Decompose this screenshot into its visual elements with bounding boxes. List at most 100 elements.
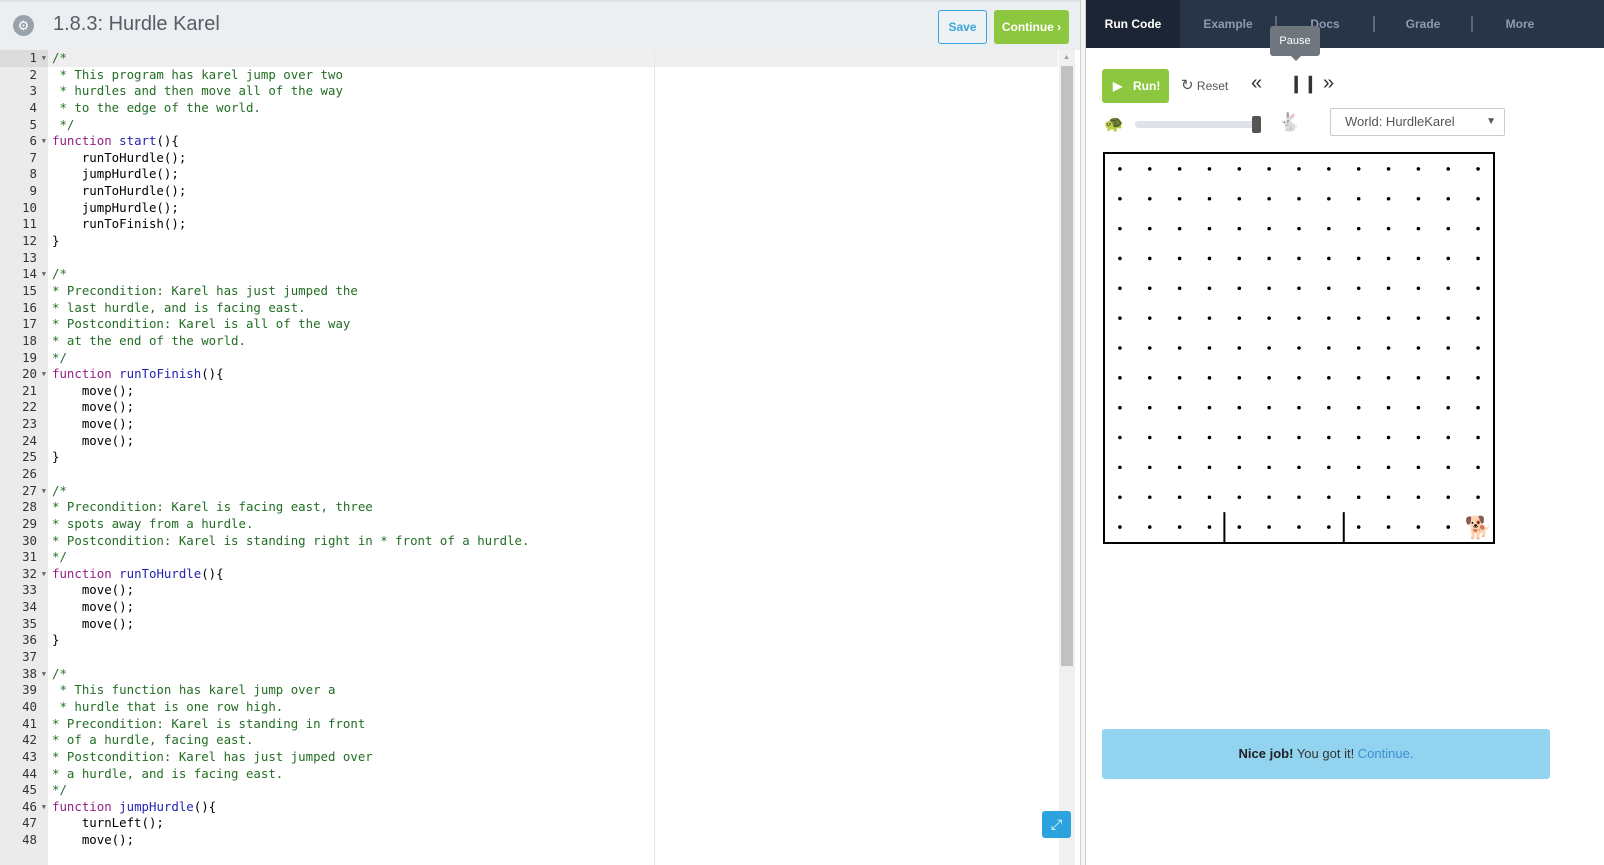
fold-toggle-icon[interactable]: ▼ — [42, 266, 46, 283]
code-line[interactable]: runToFinish(); — [48, 216, 1058, 233]
grid-dot — [1416, 376, 1421, 380]
code-line[interactable]: } — [48, 449, 1058, 466]
code-line[interactable]: /* — [48, 666, 1058, 683]
code-line[interactable]: * Postcondition: Karel is standing right… — [48, 533, 1058, 550]
line-number: 22 — [22, 399, 37, 415]
speed-slider[interactable] — [1135, 121, 1260, 128]
code-line[interactable]: */ — [48, 350, 1058, 367]
code-line[interactable]: move(); — [48, 433, 1058, 450]
code-line[interactable]: runToHurdle(); — [48, 150, 1058, 167]
line-number: 39 — [22, 682, 37, 698]
code-line[interactable]: * hurdles and then move all of the way — [48, 83, 1058, 100]
fold-toggle-icon[interactable]: ▼ — [42, 666, 46, 683]
code-line[interactable]: * Postcondition: Karel has just jumped o… — [48, 749, 1058, 766]
fold-toggle-icon[interactable]: ▼ — [42, 366, 46, 383]
pause-icon[interactable]: ❙❙ — [1289, 74, 1318, 94]
code-line[interactable]: move(); — [48, 599, 1058, 616]
code-line[interactable]: function runToHurdle(){ — [48, 566, 1058, 583]
line-number: 33 — [22, 582, 37, 598]
code-line[interactable]: move(); — [48, 383, 1058, 400]
line-number: 43 — [22, 748, 37, 764]
code-line[interactable]: * to the edge of the world. — [48, 100, 1058, 117]
grid-dot — [1147, 405, 1152, 410]
code-line[interactable]: /* — [48, 266, 1058, 283]
grid-dot — [1416, 167, 1421, 171]
step-back-icon[interactable]: « — [1251, 72, 1262, 95]
code-line[interactable]: runToHurdle(); — [48, 183, 1058, 200]
run-button[interactable]: ▶ Run! — [1102, 69, 1169, 103]
code-line[interactable]: move(); — [48, 616, 1058, 633]
editor-scrollbar[interactable]: ▲ — [1059, 50, 1075, 865]
code-line[interactable]: * of a hurdle, facing east. — [48, 732, 1058, 749]
code-line[interactable]: * Precondition: Karel is facing east, th… — [48, 499, 1058, 516]
code-line[interactable]: jumpHurdle(); — [48, 166, 1058, 183]
tab-example[interactable]: Example — [1180, 0, 1276, 48]
grid-dot — [1237, 376, 1242, 380]
grid-dot — [1237, 525, 1242, 529]
code-editor[interactable]: 1 ▼ 2 3 4 5 6 ▼ 7 8 9 10 11 12 13 14 ▼ 15 16 17 18 19 20 ▼ 21 22 2… — [0, 50, 1075, 865]
tab-run-code[interactable]: Run Code — [1086, 0, 1180, 48]
expand-icon[interactable]: ⤢ — [1042, 811, 1071, 838]
code-line[interactable]: move(); — [48, 832, 1058, 849]
code-line[interactable]: /* — [48, 50, 1058, 67]
grid-dot — [1356, 196, 1361, 201]
tab-grade[interactable]: Grade — [1374, 0, 1472, 48]
grid-dot — [1476, 346, 1480, 350]
code-line[interactable]: * at the end of the world. — [48, 333, 1058, 350]
grid-dot — [1118, 196, 1122, 201]
gear-icon[interactable]: ⚙ — [13, 15, 34, 36]
code-line[interactable]: * spots away from a hurdle. — [48, 516, 1058, 533]
code-line[interactable] — [48, 649, 1058, 666]
code-line[interactable]: jumpHurdle(); — [48, 200, 1058, 217]
scrollbar-thumb[interactable] — [1061, 66, 1073, 666]
save-button[interactable]: Save — [938, 10, 987, 44]
grid-dot — [1267, 405, 1271, 410]
code-line[interactable] — [48, 250, 1058, 267]
scroll-up-icon[interactable]: ▲ — [1063, 54, 1070, 61]
grid-dot — [1476, 495, 1480, 500]
fold-toggle-icon[interactable]: ▼ — [42, 566, 46, 583]
code-line[interactable]: } — [48, 233, 1058, 250]
code-line[interactable]: move(); — [48, 416, 1058, 433]
code-line[interactable]: * This program has karel jump over two — [48, 67, 1058, 84]
reset-button[interactable]: ↻ Reset — [1181, 76, 1228, 94]
code-line[interactable]: function start(){ — [48, 133, 1058, 150]
code-line[interactable]: * a hurdle, and is facing east. — [48, 766, 1058, 783]
code-line[interactable]: move(); — [48, 582, 1058, 599]
continue-button[interactable]: Continue › — [994, 10, 1069, 44]
code-line[interactable]: /* — [48, 483, 1058, 500]
code-line[interactable]: function jumpHurdle(){ — [48, 799, 1058, 816]
fold-toggle-icon[interactable]: ▼ — [42, 133, 46, 150]
code-line[interactable]: */ — [48, 117, 1058, 134]
grid-dot — [1237, 465, 1242, 470]
tab-more[interactable]: More — [1472, 0, 1568, 48]
code-line[interactable] — [48, 466, 1058, 483]
code-line[interactable]: } — [48, 632, 1058, 649]
line-number: 15 — [22, 282, 37, 298]
code-line[interactable]: * Precondition: Karel has just jumped th… — [48, 283, 1058, 300]
code-line[interactable]: move(); — [48, 399, 1058, 416]
code-line[interactable]: * Postcondition: Karel is all of the way — [48, 316, 1058, 333]
line-number: 45 — [22, 782, 37, 798]
grid-dot — [1446, 405, 1451, 410]
fold-toggle-icon[interactable]: ▼ — [42, 483, 46, 500]
code-line[interactable]: function runToFinish(){ — [48, 366, 1058, 383]
code-line[interactable]: * hurdle that is one row high. — [48, 699, 1058, 716]
speed-slider-handle[interactable] — [1252, 116, 1262, 133]
code-line[interactable]: */ — [48, 782, 1058, 799]
code-line[interactable]: * Precondition: Karel is standing in fro… — [48, 716, 1058, 733]
grid-dot — [1297, 405, 1301, 410]
code-line[interactable]: turnLeft(); — [48, 815, 1058, 832]
continue-link[interactable]: Continue. — [1358, 746, 1414, 761]
grid-dot — [1446, 346, 1451, 350]
grid-dot — [1177, 405, 1182, 410]
grid-dot — [1267, 196, 1271, 201]
world-select[interactable]: World: HurdleKarel ▼ — [1330, 108, 1505, 136]
step-forward-icon[interactable]: » — [1323, 72, 1334, 95]
code-line[interactable]: * This function has karel jump over a — [48, 682, 1058, 699]
code-line[interactable]: * last hurdle, and is facing east. — [48, 300, 1058, 317]
fold-toggle-icon[interactable]: ▼ — [42, 50, 46, 67]
grid-dot — [1267, 346, 1271, 350]
code-line[interactable]: */ — [48, 549, 1058, 566]
fold-toggle-icon[interactable]: ▼ — [42, 799, 46, 816]
